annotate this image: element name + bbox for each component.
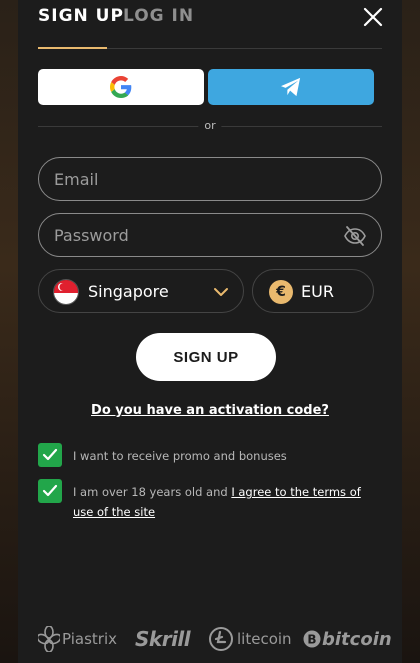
- bitcoin-logo: B bitcoin: [303, 624, 392, 654]
- checkmark-icon: [42, 448, 58, 461]
- promo-checkbox-label: I want to receive promo and bonuses: [73, 449, 287, 463]
- checkmark-icon: [42, 484, 58, 497]
- telegram-login-button[interactable]: [208, 69, 374, 105]
- bitcoin-icon: B: [303, 630, 321, 648]
- email-input[interactable]: [39, 158, 381, 200]
- piastrix-logo: Piastrix: [38, 624, 117, 654]
- terms-checkbox-label: I am over 18 years old and I agree to th…: [73, 482, 382, 522]
- currency-select[interactable]: € EUR: [252, 269, 374, 313]
- social-login-row: [38, 69, 382, 105]
- litecoin-icon: [209, 627, 233, 651]
- telegram-icon: [281, 77, 301, 97]
- litecoin-logo: litecoin: [209, 624, 292, 654]
- auth-tabs: SIGN UP LOG IN: [38, 0, 382, 49]
- terms-prefix-text: I am over 18 years old and: [73, 485, 232, 499]
- singapore-flag-icon: [53, 279, 79, 305]
- promo-checkbox[interactable]: [38, 443, 62, 467]
- country-select[interactable]: Singapore: [38, 269, 244, 313]
- tab-log-in[interactable]: LOG IN: [123, 6, 194, 26]
- euro-icon: €: [269, 280, 293, 304]
- litecoin-label: litecoin: [237, 630, 292, 648]
- close-icon: [363, 7, 383, 27]
- google-login-button[interactable]: [38, 69, 204, 105]
- country-value: Singapore: [88, 282, 169, 301]
- background-edge-left: [0, 0, 18, 663]
- google-icon: [110, 76, 132, 98]
- svg-text:B: B: [307, 633, 316, 647]
- currency-value: EUR: [301, 282, 334, 301]
- divider-or-text: or: [198, 119, 222, 132]
- terms-checkbox[interactable]: [38, 479, 62, 503]
- password-input[interactable]: [39, 214, 381, 256]
- eye-slash-icon[interactable]: [343, 224, 367, 248]
- skrill-logo: Skrill: [135, 624, 191, 654]
- skrill-label: Skrill: [135, 627, 191, 651]
- tab-sign-up[interactable]: SIGN UP: [38, 6, 124, 26]
- password-field[interactable]: [38, 213, 382, 257]
- background-edge-right: [402, 0, 420, 663]
- close-button[interactable]: [362, 6, 384, 28]
- payment-methods: Piastrix Skrill litecoin B bitcoin: [38, 624, 400, 654]
- active-tab-indicator: [38, 47, 107, 49]
- piastrix-icon: [38, 626, 60, 652]
- signup-modal: SIGN UP LOG IN or Email Singapore € EUR …: [18, 0, 402, 663]
- piastrix-label: Piastrix: [62, 630, 117, 648]
- bitcoin-label: bitcoin: [322, 628, 392, 650]
- email-field[interactable]: [38, 157, 382, 201]
- chevron-down-icon: [214, 288, 228, 296]
- sign-up-button[interactable]: SIGN UP: [136, 333, 276, 381]
- activation-code-link[interactable]: Do you have an activation code?: [18, 403, 402, 418]
